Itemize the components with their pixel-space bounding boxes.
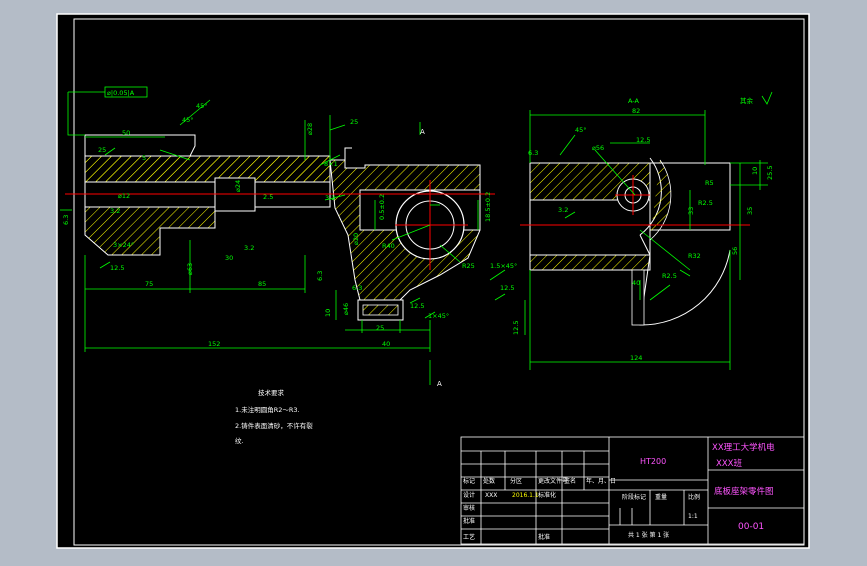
dim-2-5: 2.5 — [263, 193, 273, 201]
dim-r2-5: R2.5 — [662, 272, 677, 280]
dim-40: 40 — [382, 340, 390, 348]
tb-process-label: 工艺 — [463, 533, 475, 541]
dim-25-5: 25.5 — [766, 166, 774, 180]
tb-drawing-number: 00-01 — [738, 522, 764, 532]
tb-label-date: 年、月、日 — [586, 477, 616, 485]
dim-angle-45b: 45° — [196, 102, 208, 110]
dim-3-2b: 3.2 — [244, 244, 254, 252]
dim-25: 25 — [98, 146, 106, 154]
dim-3-2c: 3.2 — [110, 207, 120, 215]
dim-12-5: 12.5 — [410, 302, 424, 310]
dim-m12: ⌀12 — [118, 192, 130, 200]
tb-label-sign: 签名 — [564, 477, 576, 485]
dim-6-3b: 6.3 — [352, 284, 362, 292]
dim-3-2: 3.2 — [325, 194, 335, 202]
dim-124: 124 — [630, 354, 642, 362]
tb-scale-value: 1:1 — [688, 513, 698, 520]
dim-25-top: 25 — [350, 118, 358, 126]
tb-approve-label: 批准 — [463, 517, 475, 525]
tb-label-mark: 标记 — [463, 477, 475, 485]
section-label-a-bottom: A — [437, 380, 442, 388]
dim-56b: 56 — [731, 247, 739, 255]
drawing-paper — [57, 14, 809, 548]
dim-r2: R2.5 — [698, 199, 713, 207]
notes-line-1: 1.未注明圆角R2～R3. — [235, 405, 300, 414]
dim-82: 82 — [632, 107, 640, 115]
tb-design-label: 设计 — [463, 491, 475, 499]
tb-review-label: 审核 — [463, 504, 475, 512]
dim-40-aa: 40 — [632, 279, 640, 287]
dim-12-5c: 12.5 — [512, 321, 520, 335]
tb-school-line2: XXX班 — [716, 458, 742, 469]
tb-design-name: XXX — [485, 492, 497, 499]
tb-weight-label: 重量 — [655, 493, 667, 501]
tb-sheet-text: 共 1 张 第 1 张 — [628, 531, 669, 539]
dim-6-3-left: 6.3 — [62, 215, 70, 225]
dim-10: 10 — [324, 309, 332, 317]
tb-label-count: 处数 — [483, 477, 495, 485]
dim-63: ⌀63 — [186, 263, 194, 275]
tb-label-zone: 分区 — [510, 477, 522, 485]
dim-5: 5 — [142, 154, 146, 162]
notes-line-3: 纹. — [235, 436, 244, 445]
dim-75: 75 — [145, 280, 153, 288]
tb-school-line1: XX理工大学机电 — [712, 442, 775, 453]
section-label-a-top: A — [420, 128, 425, 136]
dim-r25: R25 — [462, 262, 475, 270]
dim-20: ⌀20 — [352, 233, 360, 245]
dim-24: ⌀24 — [234, 180, 242, 192]
notes-line-2: 2.铸件表面清砂，不许有裂 — [235, 421, 313, 430]
roughness-other: 其余 — [740, 96, 754, 105]
dim-50: 50 — [122, 129, 130, 137]
dim-6-3-aa: 6.3 — [528, 149, 538, 157]
dim-chamfer: 3×24° — [113, 241, 134, 249]
dim-8x1: 8×1 — [324, 160, 338, 168]
drawing-canvas: ⌀|0.05|A 45° 45° 50 25 5 ⌀12 ⌀28 25 ⌀24 … — [56, 13, 810, 549]
dim-28: ⌀28 — [306, 123, 314, 135]
tb-part-name: 底板座架零件图 — [714, 486, 774, 497]
section-label-aa: A-A — [628, 97, 640, 105]
dim-tol-mid: 18.5±0.2 — [484, 192, 492, 222]
dim-46: ⌀46 — [342, 303, 350, 315]
dim-152: 152 — [208, 340, 220, 348]
dim-30: 30 — [225, 254, 233, 262]
cad-viewport: ⌀|0.05|A 45° 45° 50 25 5 ⌀12 ⌀28 25 ⌀24 … — [0, 0, 867, 562]
tb-design-date: 2016.1.1 — [512, 492, 539, 499]
dim-6-3: 6.3 — [316, 271, 324, 281]
dim-3-2-aa: 3.2 — [558, 206, 568, 214]
dim-10-aa: 10 — [751, 167, 759, 175]
dim-angle-45: 45° — [182, 116, 194, 124]
shaft-upper — [84, 155, 331, 183]
dim-12-5b: 12.5 — [500, 284, 514, 292]
notes-title: 技术要求 — [258, 388, 285, 397]
dim-r40: R40 — [382, 242, 395, 250]
dim-tolerance-box: ⌀|0.05|A — [107, 89, 135, 97]
dim-r32: R32 — [688, 252, 701, 260]
tb-stage-label: 阶段标记 — [622, 493, 646, 501]
dim-45: 45° — [575, 126, 587, 134]
tb-material: HT200 — [640, 457, 666, 466]
tb-scale-label: 比例 — [688, 493, 700, 501]
dim-r5: R5 — [705, 179, 714, 187]
dim-1x45: 1×45° — [428, 312, 449, 320]
dim-rough-12-5: 12.5 — [110, 264, 124, 272]
dim-85: 85 — [258, 280, 266, 288]
dim-12-5-aa: 12.5 — [636, 136, 650, 144]
dim-25b: 25 — [376, 324, 384, 332]
dim-33: 33 — [687, 207, 695, 215]
dim-35: 35 — [746, 207, 754, 215]
tb-std-label: 标准化 — [538, 491, 556, 499]
dim-56: ⌀56 — [592, 144, 604, 152]
dim-1-5x45: 1.5×45° — [490, 262, 517, 270]
tb-approve-label-2: 批准 — [538, 533, 550, 541]
dim-tol-top: 0.5±0.2 — [378, 194, 386, 220]
